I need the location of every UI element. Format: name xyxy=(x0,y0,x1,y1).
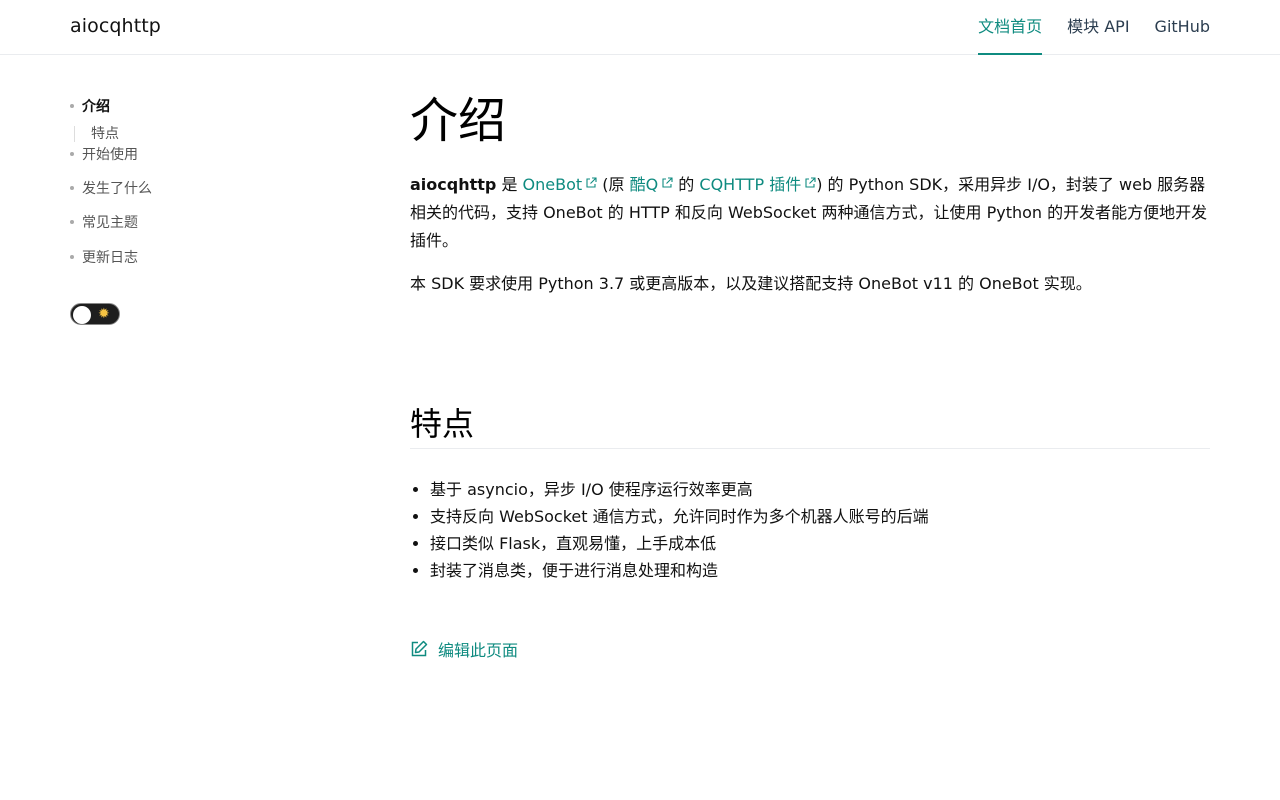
features-list: 基于 asyncio，异步 I/O 使程序运行效率更高 支持反向 WebSock… xyxy=(430,476,1210,584)
sidebar-subitem-features[interactable]: 特点 xyxy=(74,126,290,142)
edit-icon xyxy=(411,640,428,657)
page-title: 介绍 xyxy=(410,93,507,149)
onebot-link[interactable]: OneBot xyxy=(523,175,598,194)
sidebar-item-common-topics[interactable]: 常见主题 xyxy=(70,212,290,232)
main-content: 介绍 aiocqhttp 是 OneBot (原 酷Q 的 CQHTTP 插件)… xyxy=(410,92,1210,660)
sidebar-item-changelog[interactable]: 更新日志 xyxy=(70,247,290,267)
toggle-knob xyxy=(73,306,91,324)
sidebar: 介绍 特点 开始使用 发生了什么 常见主题 更新日志 ✹ xyxy=(70,96,290,325)
intro-text: (原 xyxy=(597,175,630,194)
external-link-icon xyxy=(586,177,597,188)
sun-icon: ✹ xyxy=(98,306,110,322)
link-text: 酷Q xyxy=(629,175,659,194)
sidebar-item-label: 更新日志 xyxy=(82,250,138,266)
list-item: 支持反向 WebSocket 通信方式，允许同时作为多个机器人账号的后端 xyxy=(430,503,1210,530)
nav-docs-home[interactable]: 文档首页 xyxy=(978,0,1043,55)
sidebar-item-what-happened[interactable]: 发生了什么 xyxy=(70,178,290,198)
nav-github[interactable]: GitHub xyxy=(1155,0,1210,55)
sidebar-item-intro[interactable]: 介绍 xyxy=(70,96,290,116)
sidebar-item-label: 开始使用 xyxy=(82,147,138,163)
site-brand-link[interactable]: aiocqhttp xyxy=(70,15,161,37)
sidebar-item-label: 常见主题 xyxy=(82,215,138,231)
edit-page-label: 编辑此页面 xyxy=(438,641,519,660)
requirement-paragraph: 本 SDK 要求使用 Python 3.7 或更高版本，以及建议搭配支持 One… xyxy=(410,274,1092,293)
kuq-link[interactable]: 酷Q xyxy=(630,175,674,194)
external-link-icon xyxy=(805,177,816,188)
bullet-icon xyxy=(70,255,74,259)
bullet-icon xyxy=(70,186,74,190)
intro-text: 是 xyxy=(496,175,523,194)
sidebar-item-label: 介绍 xyxy=(82,99,110,115)
sidebar-item-label: 发生了什么 xyxy=(82,181,152,197)
theme-toggle[interactable]: ✹ xyxy=(70,303,120,325)
sidebar-item-getting-started[interactable]: 开始使用 xyxy=(70,144,290,164)
bullet-icon xyxy=(70,152,74,156)
intro-text: 的 xyxy=(673,175,700,194)
bullet-icon xyxy=(70,220,74,224)
edit-page-link[interactable]: 编辑此页面 xyxy=(410,637,518,661)
link-text: OneBot xyxy=(522,175,583,194)
project-name: aiocqhttp xyxy=(410,175,497,194)
top-nav: 文档首页 模块 API GitHub xyxy=(978,0,1210,55)
list-item: 封装了消息类，便于进行消息处理和构造 xyxy=(430,557,1210,584)
features-heading: 特点 xyxy=(410,404,1210,449)
intro-paragraph: aiocqhttp 是 OneBot (原 酷Q 的 CQHTTP 插件) 的 … xyxy=(410,171,1210,255)
nav-module-api[interactable]: 模块 API xyxy=(1067,0,1129,55)
list-item: 基于 asyncio，异步 I/O 使程序运行效率更高 xyxy=(430,476,1210,503)
list-item: 接口类似 Flask，直观易懂，上手成本低 xyxy=(430,530,1210,557)
cqhttp-plugin-link[interactable]: CQHTTP 插件 xyxy=(699,175,816,194)
external-link-icon xyxy=(662,177,673,188)
bullet-icon xyxy=(70,104,74,108)
link-text: CQHTTP 插件 xyxy=(699,175,802,194)
top-navbar: aiocqhttp 文档首页 模块 API GitHub xyxy=(0,0,1280,55)
